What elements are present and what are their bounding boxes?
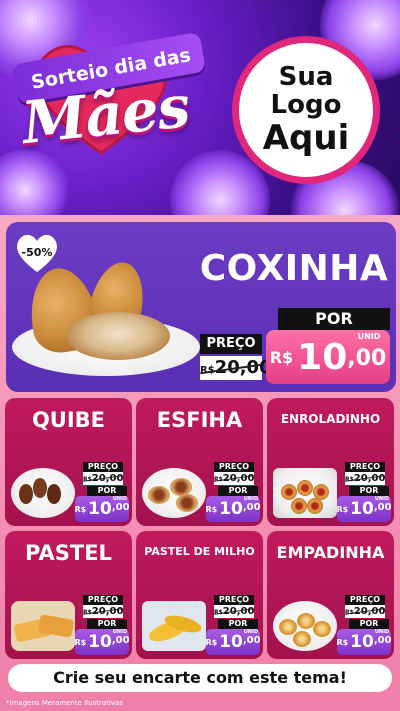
product-title: PASTEL: [25, 541, 112, 565]
product-card[interactable]: QUIBE PREÇO R$20,00 POR R$10,00 UNID: [5, 398, 132, 526]
empadinha-image: [279, 619, 297, 635]
old-price-label: PREÇO: [345, 462, 385, 472]
empadinha-image: [313, 621, 331, 637]
new-price-label: POR: [218, 486, 258, 496]
new-price-integer: 10: [350, 499, 374, 519]
enroladinho-image: [281, 484, 297, 500]
new-price-currency: R$: [336, 504, 349, 514]
old-price-label: PREÇO: [83, 462, 123, 472]
unit-label: UNID: [243, 629, 259, 635]
new-price-currency: R$: [336, 637, 349, 647]
old-price-label: PREÇO: [83, 595, 123, 605]
coxinha-cut-image: [66, 312, 170, 360]
enroladinho-image: [307, 498, 323, 514]
new-price-label: POR: [349, 486, 389, 496]
product-card[interactable]: EMPADINHA PREÇO R$20,00 POR R$10,00 UNID: [267, 531, 394, 659]
old-price-label: PREÇO: [345, 595, 385, 605]
old-price-label: PREÇO: [214, 595, 254, 605]
new-price-currency: R$: [74, 637, 87, 647]
heart-badge-icon: -50%: [17, 234, 57, 272]
unit-label: UNID: [357, 332, 381, 341]
new-price-currency: R$: [74, 504, 87, 514]
new-price-cents: ,00: [347, 346, 387, 371]
empadinha-image: [293, 631, 311, 647]
product-card[interactable]: ESFIHA PREÇO R$20,00 POR R$10,00 UNID: [136, 398, 263, 526]
unit-label: UNID: [374, 496, 390, 502]
footnote: *Imagens Meramente Ilustrativas: [6, 699, 123, 707]
new-price-label: POR: [218, 619, 258, 629]
enroladinho-image: [291, 498, 307, 514]
product-title: QUIBE: [31, 408, 106, 432]
new-price-integer: 10: [297, 336, 348, 378]
new-price-label: POR: [349, 619, 389, 629]
product-title: PASTEL DE MILHO: [144, 545, 255, 558]
quibe-image: [19, 484, 33, 504]
new-price-integer: 10: [350, 632, 374, 652]
cta-button[interactable]: Crie seu encarte com este tema!: [8, 664, 392, 692]
product-card[interactable]: PASTEL PREÇO R$20,00 POR R$10,00 UNID: [5, 531, 132, 659]
unit-label: UNID: [243, 496, 259, 502]
new-price-currency: R$: [205, 504, 218, 514]
enroladinho-image: [297, 480, 313, 496]
product-title: ENROLADINHO: [280, 412, 381, 426]
product-title: ESFIHA: [156, 408, 243, 432]
product-card[interactable]: ENROLADINHO PREÇO R$20,00 POR R$10,00 UN…: [267, 398, 394, 526]
logo-text-line1: Sua Logo: [270, 61, 342, 121]
featured-product-title: COXINHA: [199, 248, 389, 289]
new-price-currency: R$: [205, 637, 218, 647]
new-price-label: POR: [278, 308, 390, 330]
new-price-label: POR: [87, 486, 127, 496]
new-price-integer: 10: [88, 632, 112, 652]
unit-label: UNID: [374, 629, 390, 635]
new-price-integer: 10: [219, 499, 243, 519]
new-price-integer: 10: [88, 499, 112, 519]
logo-placeholder[interactable]: Sua Logo Aqui: [232, 36, 380, 184]
old-price-label: PREÇO: [214, 462, 254, 472]
quibe-image: [33, 478, 47, 498]
unit-label: UNID: [112, 629, 128, 635]
logo-text-line2: Aqui: [262, 117, 350, 158]
flower-decoration: [0, 150, 70, 215]
new-price-integer: 10: [219, 632, 243, 652]
product-title: EMPADINHA: [276, 543, 385, 562]
discount-badge-text: -50%: [22, 246, 53, 259]
esfiha-image: [148, 486, 170, 504]
quibe-image: [47, 484, 61, 504]
unit-label: UNID: [112, 496, 128, 502]
old-price-label: PREÇO: [200, 334, 262, 354]
new-price-label: POR: [87, 619, 127, 629]
product-card[interactable]: PASTEL DE MILHO PREÇO R$20,00 POR R$10,0…: [136, 531, 263, 659]
esfiha-image: [176, 494, 198, 512]
new-price-currency: R$: [269, 347, 294, 367]
